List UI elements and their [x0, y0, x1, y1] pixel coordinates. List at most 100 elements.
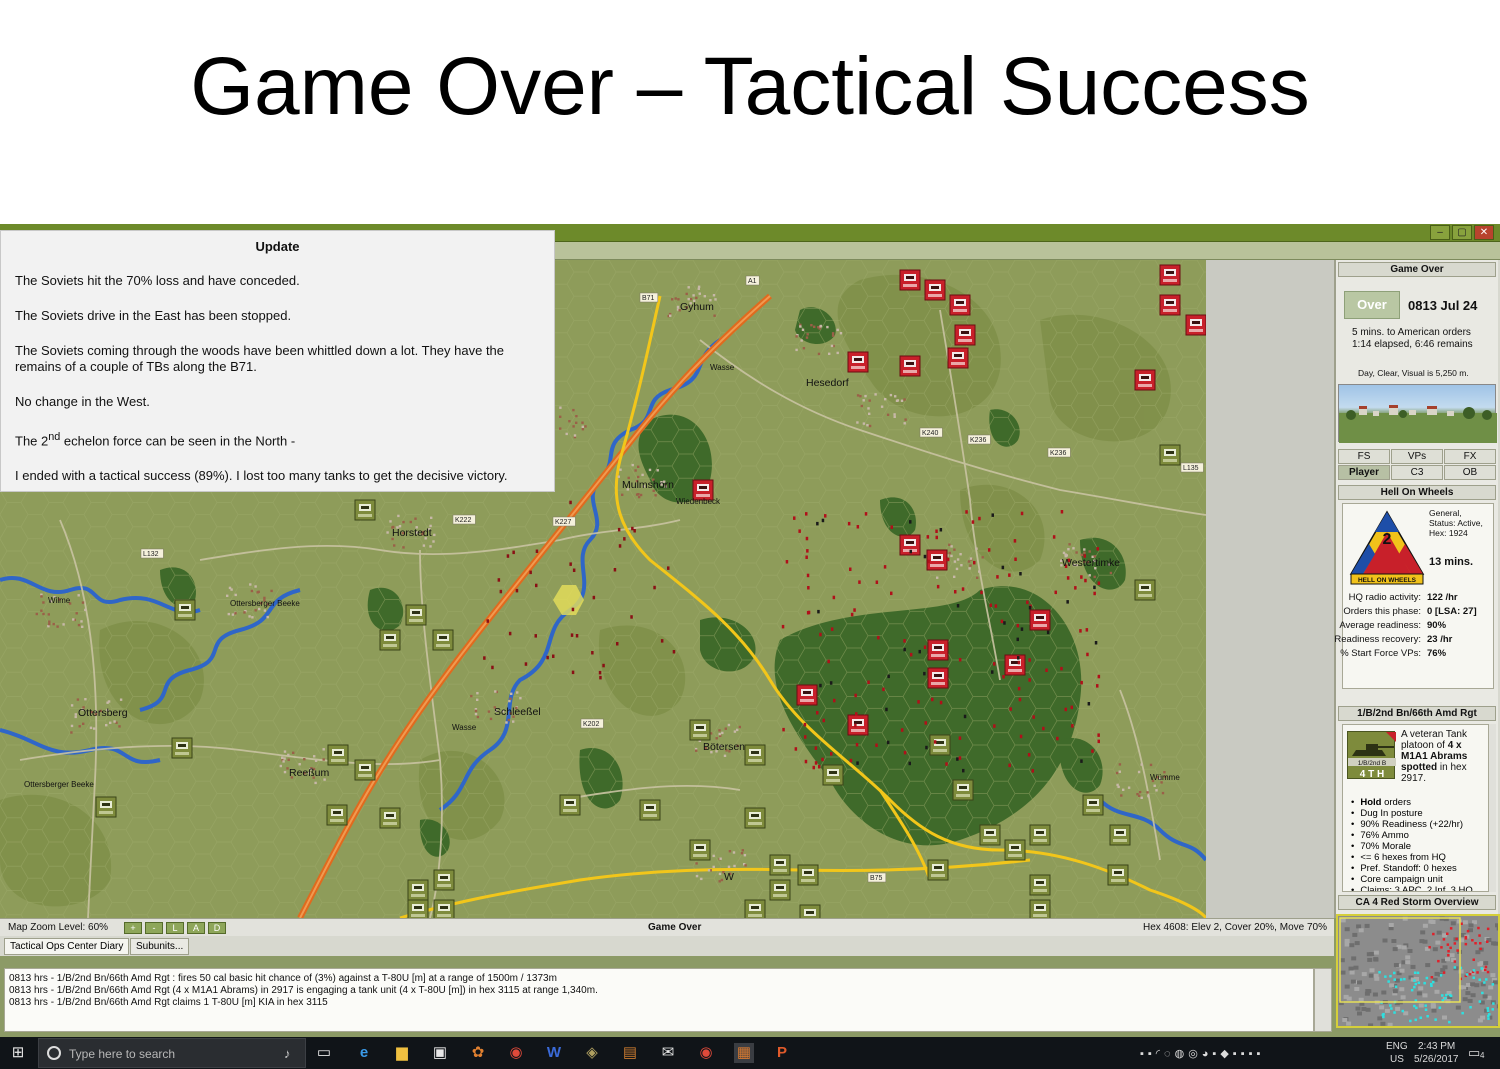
- tab-player[interactable]: Player: [1338, 465, 1390, 480]
- minimap-terrain: [1422, 993, 1428, 998]
- tab-ops-diary[interactable]: Tactical Ops Center Diary: [4, 938, 130, 955]
- town-building: [77, 623, 81, 627]
- unit-marker: [961, 587, 965, 591]
- zoom-d-button[interactable]: D: [208, 922, 226, 934]
- unit-marker: [849, 758, 853, 763]
- clock-time[interactable]: 2:43 PM: [1418, 1041, 1455, 1052]
- town-building: [56, 625, 59, 628]
- unit-marker: [924, 721, 927, 725]
- microphone-icon[interactable]: ♪: [284, 1046, 291, 1061]
- minimap-terrain: [1349, 970, 1355, 975]
- minimize-icon[interactable]: –: [1430, 225, 1450, 240]
- minimap-soviet: [1446, 943, 1450, 946]
- town-building: [433, 533, 436, 537]
- update-para-2: The Soviets drive in the East has been s…: [15, 308, 292, 323]
- language-bottom[interactable]: US: [1390, 1054, 1404, 1065]
- notification-icon[interactable]: ▭: [1468, 1045, 1480, 1061]
- tab-subunits[interactable]: Subunits...: [130, 938, 190, 955]
- file-explorer-icon[interactable]: ▆: [392, 1043, 412, 1063]
- nato-unit-counter: [1029, 899, 1051, 918]
- town-building: [856, 394, 860, 397]
- unit-marker: [890, 525, 893, 529]
- road-label: K222: [455, 517, 471, 524]
- over-button[interactable]: Over: [1344, 291, 1400, 319]
- unit-marker: [1016, 637, 1019, 642]
- store-icon[interactable]: ▣: [430, 1043, 450, 1063]
- minimap-terrain: [1465, 991, 1471, 996]
- minimap-terrain: [1367, 957, 1373, 962]
- overview-minimap[interactable]: [1336, 914, 1500, 1028]
- minimap-nato: [1430, 984, 1433, 987]
- minimap-terrain: [1403, 943, 1409, 948]
- unit-marker: [497, 578, 501, 582]
- town-building: [1067, 548, 1070, 551]
- town-building: [89, 726, 93, 729]
- unit-marker: [958, 736, 962, 740]
- edge-icon[interactable]: e: [354, 1043, 374, 1063]
- minimap-terrain: [1453, 937, 1459, 942]
- unit-marker: [807, 610, 811, 615]
- word-icon[interactable]: W: [544, 1043, 564, 1063]
- unit-marker: [805, 536, 809, 541]
- language-top[interactable]: ENG: [1386, 1041, 1408, 1052]
- zoom-l-button[interactable]: L: [166, 922, 184, 934]
- tab-ob[interactable]: OB: [1444, 465, 1496, 480]
- tab-c3[interactable]: C3: [1391, 465, 1443, 480]
- combat-app-icon[interactable]: ▦: [734, 1043, 754, 1063]
- minimap-terrain: [1445, 999, 1451, 1004]
- tray-icons[interactable]: ▪▪◜◌◍◎◕▪◆▪▪▪▪: [1140, 1047, 1264, 1060]
- nato-unit-counter: [327, 744, 349, 766]
- minimap-terrain: [1344, 984, 1350, 989]
- game-icon[interactable]: ◈: [582, 1043, 602, 1063]
- unit-marker: [908, 761, 911, 766]
- town-building: [266, 615, 269, 619]
- unit-marker: [903, 750, 907, 755]
- unit-scrollbar[interactable]: [1488, 724, 1496, 892]
- powerpoint-icon[interactable]: P: [772, 1043, 792, 1063]
- soviet-unit-counter: [926, 549, 948, 571]
- zoom-a-button[interactable]: A: [187, 922, 205, 934]
- game2-icon[interactable]: ▤: [620, 1043, 640, 1063]
- town-building: [322, 758, 325, 761]
- zoom-in-button[interactable]: +: [124, 922, 142, 934]
- close-icon[interactable]: ✕: [1474, 225, 1494, 240]
- town-building: [800, 339, 803, 342]
- unit-marker: [515, 588, 519, 593]
- minimap-terrain: [1380, 1021, 1386, 1026]
- maximize-icon[interactable]: ▢: [1452, 225, 1472, 240]
- road-label: B71: [642, 295, 655, 302]
- task-view-icon[interactable]: ▭: [314, 1043, 334, 1063]
- unit-marker: [807, 586, 810, 590]
- unit-marker: [819, 632, 822, 637]
- unit-status-item: 76% Ammo: [1351, 830, 1491, 841]
- unit-marker: [821, 757, 824, 762]
- log-scrollbar[interactable]: [1314, 968, 1332, 1032]
- app-icon[interactable]: ✿: [468, 1043, 488, 1063]
- minimap-terrain: [1411, 977, 1417, 982]
- minimap-terrain: [1368, 973, 1374, 978]
- tab-fs[interactable]: FS: [1338, 449, 1390, 464]
- chrome2-icon[interactable]: ◉: [696, 1043, 716, 1063]
- town-building: [430, 516, 433, 519]
- tab-vps[interactable]: VPs: [1391, 449, 1443, 464]
- minimap-terrain: [1354, 941, 1360, 946]
- hq-mins: 13 mins.: [1429, 556, 1474, 568]
- unit-marker: [483, 656, 486, 660]
- taskbar-search[interactable]: Type here to search ♪: [38, 1038, 306, 1068]
- windows-start-icon[interactable]: ⊞: [8, 1043, 28, 1063]
- chrome-icon[interactable]: ◉: [506, 1043, 526, 1063]
- minimap-terrain: [1480, 982, 1486, 987]
- tab-fx[interactable]: FX: [1444, 449, 1496, 464]
- minimap-terrain: [1424, 946, 1430, 951]
- town-building: [249, 583, 252, 586]
- town-building: [894, 395, 897, 398]
- unit-marker: [534, 634, 537, 638]
- town-building: [695, 862, 698, 865]
- minimap-terrain: [1470, 982, 1476, 987]
- unit-marker: [1027, 753, 1031, 757]
- zoom-out-button[interactable]: -: [145, 922, 163, 934]
- town-building: [283, 750, 287, 753]
- town-building: [510, 692, 513, 695]
- clock-date[interactable]: 5/26/2017: [1414, 1054, 1459, 1065]
- mail-icon[interactable]: ✉: [658, 1043, 678, 1063]
